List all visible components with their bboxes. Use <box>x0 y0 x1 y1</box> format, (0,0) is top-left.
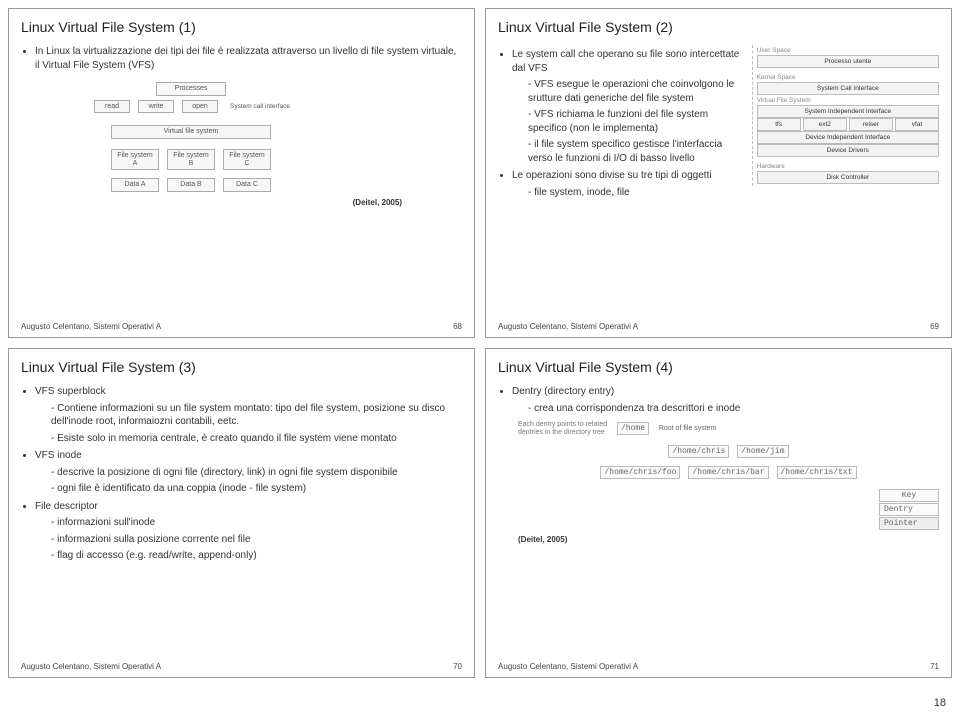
diagram-jim: /home/jim <box>737 445 788 458</box>
diagram-tfs: tfs <box>757 118 801 131</box>
sub-bullet: descrive la posizione di ogni file (dire… <box>51 466 462 480</box>
diagram-ext2: ext2 <box>803 118 847 131</box>
diagram-credit: (Deitel, 2005) <box>518 535 939 544</box>
diagram-dc: Data C <box>223 178 271 192</box>
diagram-write: write <box>138 100 174 114</box>
sub-bullet: informazioni sulla posizione corrente ne… <box>51 533 462 547</box>
sub-bullet: flag di accesso (e.g. read/write, append… <box>51 549 462 563</box>
diagram-processes: Processes <box>156 82 226 96</box>
sub-bullet: crea una corrispondenza tra descrittori … <box>528 402 939 416</box>
slide-1: Linux Virtual File System (1) In Linux l… <box>8 8 475 338</box>
slide-4: Linux Virtual File System (4) Dentry (di… <box>485 348 952 678</box>
sub-bullet: VFS esegue le operazioni che coinvolgono… <box>528 78 742 105</box>
diagram-hardware: Hardware <box>757 163 939 170</box>
footer-author: Augusto Celentano, Sistemi Operativi A <box>498 322 638 331</box>
diagram-da: Data A <box>111 178 159 192</box>
bullet: In Linux la virtualizzazione dei tipi de… <box>35 45 462 72</box>
diagram-bar: /home/chris/bar <box>688 466 768 479</box>
vfs-layers-diagram: User Space Processo utente Kernel Space … <box>752 45 939 203</box>
diagram-vfs: Virtual file system <box>111 125 271 139</box>
diagram-credit: (Deitel, 2005) <box>21 198 402 207</box>
diagram-home: /home <box>617 422 649 435</box>
diagram-fsa: File system A <box>111 149 159 170</box>
slide-2: Linux Virtual File System (2) Le system … <box>485 8 952 338</box>
footer-author: Augusto Celentano, Sistemi Operativi A <box>498 662 638 671</box>
diagram-note: Each dentry points to related dentries i… <box>518 421 608 438</box>
diagram-sii: System Independent Interface <box>757 105 939 118</box>
dentry-diagram: Each dentry points to related dentries i… <box>518 421 939 531</box>
slide-number: 70 <box>453 662 462 671</box>
diagram-fsb: File system B <box>167 149 215 170</box>
sub-bullet: file system, inode, file <box>528 186 742 200</box>
diagram-foo: /home/chris/foo <box>600 466 680 479</box>
diagram-sci-label: System call interface <box>230 103 290 110</box>
diagram-drivers: Device Drivers <box>757 144 939 157</box>
slide-number: 68 <box>453 322 462 331</box>
footer-author: Augusto Celentano, Sistemi Operativi A <box>21 322 161 331</box>
diagram-db: Data B <box>167 178 215 192</box>
diagram-vfs-label: Virtual File System <box>757 97 939 104</box>
slide-sheet: Linux Virtual File System (1) In Linux l… <box>8 8 952 678</box>
slide-number: 71 <box>930 662 939 671</box>
bullet: Le system call che operano su file sono … <box>512 48 742 75</box>
slide-number: 69 <box>930 322 939 331</box>
diagram-sci: System Call Interface <box>757 82 939 95</box>
slide-title: Linux Virtual File System (2) <box>498 19 939 35</box>
diagram-txt: /home/chris/txt <box>777 466 857 479</box>
diagram-user-space: User Space <box>757 47 939 54</box>
sub-bullet: informazioni sull'inode <box>51 516 462 530</box>
diagram-dentry: Dentry <box>879 503 939 516</box>
slide-title: Linux Virtual File System (3) <box>21 359 462 375</box>
diagram-kernel-space: Kernel Space <box>757 74 939 81</box>
bullet: File descriptor <box>35 500 462 514</box>
bullet: VFS inode <box>35 449 462 463</box>
footer-author: Augusto Celentano, Sistemi Operativi A <box>21 662 161 671</box>
diagram-chris: /home/chris <box>668 445 729 458</box>
diagram-read: read <box>94 100 130 114</box>
diagram-open: open <box>182 100 218 114</box>
slide-3: Linux Virtual File System (3) VFS superb… <box>8 348 475 678</box>
diagram-dii: Device Independent Interface <box>757 131 939 144</box>
diagram-root-label: Root of file system <box>659 425 717 432</box>
slide-title: Linux Virtual File System (1) <box>21 19 462 35</box>
sub-bullet: Contiene informazioni su un file system … <box>51 402 462 429</box>
sub-bullet: VFS richiama le funzioni del file system… <box>528 108 742 135</box>
sub-bullet: ogni file è identificato da una coppia (… <box>51 482 462 496</box>
vfs-processes-diagram: Processes read write open System call in… <box>61 80 321 194</box>
sub-bullet: Esiste solo in memoria centrale, è creat… <box>51 432 462 446</box>
diagram-fsc: File system C <box>223 149 271 170</box>
diagram-proc-utente: Processo utente <box>757 55 939 68</box>
bullet: VFS superblock <box>35 385 462 399</box>
bullet: Le operazioni sono divise su tre tipi di… <box>512 169 742 183</box>
diagram-disk: Disk Controller <box>757 171 939 184</box>
page-number: 18 <box>934 697 946 709</box>
diagram-reiser: reiser <box>849 118 893 131</box>
sub-bullet: il file system specifico gestisce l'inte… <box>528 138 742 165</box>
slide-title: Linux Virtual File System (4) <box>498 359 939 375</box>
bullet: Dentry (directory entry) <box>512 385 939 399</box>
diagram-key: Key <box>879 489 939 502</box>
diagram-vfat: vfat <box>895 118 939 131</box>
diagram-pointer: Pointer <box>879 517 939 530</box>
